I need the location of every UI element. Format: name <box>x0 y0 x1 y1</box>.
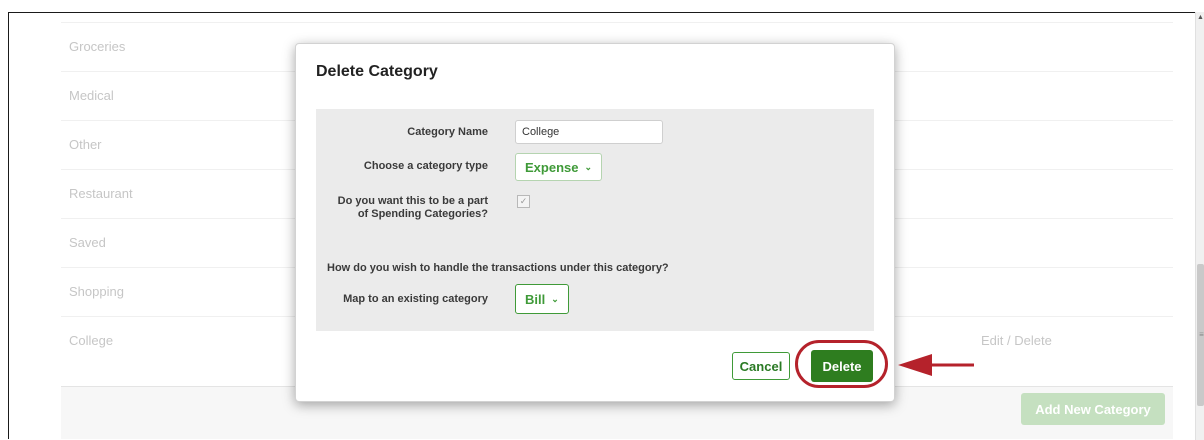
map-category-select[interactable]: Bill ⌄ <box>515 284 569 314</box>
grip-icon: ≡ <box>1199 330 1204 339</box>
map-category-value: Bill <box>525 291 546 307</box>
category-name: Other <box>69 137 102 152</box>
scroll-thumb[interactable]: ≡ <box>1197 264 1204 406</box>
category-name: Groceries <box>69 39 126 54</box>
category-type-value: Expense <box>525 159 579 175</box>
add-new-category-button[interactable]: Add New Category <box>1021 393 1165 425</box>
dialog-title: Delete Category <box>316 63 438 80</box>
map-category-label: Map to an existing category <box>343 293 488 305</box>
spending-categories-label: Do you want this to be a part of Spendin… <box>338 195 488 221</box>
category-name-input[interactable] <box>515 120 663 144</box>
category-name: Saved <box>69 235 106 250</box>
spending-label-line1: Do you want this to be a part <box>337 195 488 207</box>
highlight-ring <box>795 340 888 388</box>
dialog-form: Category Name Choose a category type Exp… <box>316 109 874 331</box>
spending-categories-checkbox[interactable]: ✓ <box>517 195 530 208</box>
category-name: College <box>69 333 114 348</box>
checkmark-icon: ✓ <box>519 196 528 206</box>
cancel-button[interactable]: Cancel <box>732 352 790 380</box>
category-type-select[interactable]: Expense ⌄ <box>515 153 603 181</box>
scroll-up-icon[interactable]: ▲ <box>1196 14 1204 21</box>
handle-transactions-question: How do you wish to handle the transactio… <box>327 262 669 274</box>
chevron-down-icon: ⌄ <box>551 293 559 304</box>
category-name: Restaurant <box>69 186 133 201</box>
category-name: Shopping <box>69 284 124 299</box>
scrollbar[interactable]: ▲ ≡ <box>1195 12 1204 440</box>
category-type-label: Choose a category type <box>363 160 488 172</box>
chevron-down-icon: ⌄ <box>584 161 593 172</box>
edit-delete-link[interactable]: Edit / Delete <box>981 333 1052 348</box>
spending-label-line2: of Spending Categories? <box>357 208 488 220</box>
category-name-label: Category Name <box>407 126 488 138</box>
category-name: Medical <box>69 88 114 103</box>
arrow-left-icon <box>898 354 974 376</box>
